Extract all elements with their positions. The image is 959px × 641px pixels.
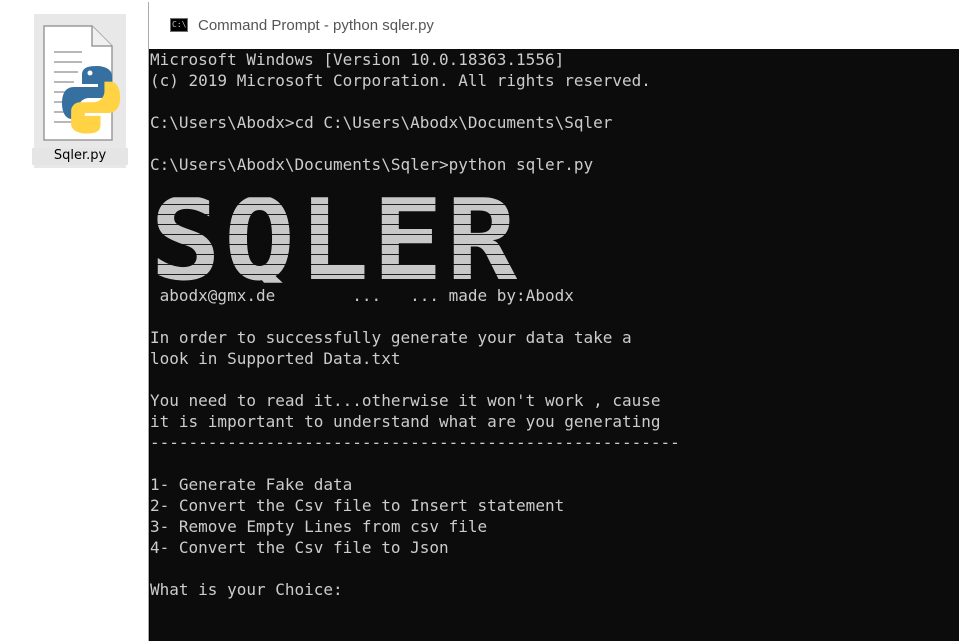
console-line: C:\Users\Abodx\Documents\Sqler>python sq… — [150, 155, 594, 174]
window-title: Command Prompt - python sqler.py — [198, 16, 434, 34]
choice-prompt[interactable]: What is your Choice: — [150, 579, 343, 600]
menu-option-1: 1- Generate Fake data — [150, 475, 353, 494]
sqler-ascii-banner: SQLER — [150, 197, 521, 283]
console-output[interactable]: Microsoft Windows [Version 10.0.18363.15… — [150, 49, 959, 641]
menu-option-2: 2- Convert the Csv file to Insert statem… — [150, 496, 565, 515]
credit-line: abodx@gmx.de ... ... made by:Abodx — [150, 286, 574, 305]
menu-option-3: 3- Remove Empty Lines from csv file — [150, 517, 488, 536]
console-line: it is important to understand what are y… — [150, 412, 661, 431]
console-line: C:\Users\Abodx>cd C:\Users\Abodx\Documen… — [150, 113, 613, 132]
console-line: look in Supported Data.txt — [150, 349, 401, 368]
console-line: Microsoft Windows [Version 10.0.18363.15… — [150, 50, 565, 69]
cmd-icon: C:\ — [170, 18, 188, 32]
python-file-icon — [43, 25, 121, 141]
desktop-file-sqler[interactable]: Sqler.py — [32, 14, 128, 168]
menu-option-4: 4- Convert the Csv file to Json — [150, 538, 449, 557]
title-bar[interactable]: C:\ Command Prompt - python sqler.py — [149, 2, 959, 49]
separator-line: ----------------------------------------… — [150, 433, 680, 452]
desktop-icon-label: Sqler.py — [32, 148, 128, 165]
command-prompt-window[interactable]: C:\ Command Prompt - python sqler.py Mic… — [148, 2, 959, 641]
console-line: You need to read it...otherwise it won't… — [150, 391, 661, 410]
console-line: In order to successfully generate your d… — [150, 328, 632, 347]
console-line: (c) 2019 Microsoft Corporation. All righ… — [150, 71, 651, 90]
